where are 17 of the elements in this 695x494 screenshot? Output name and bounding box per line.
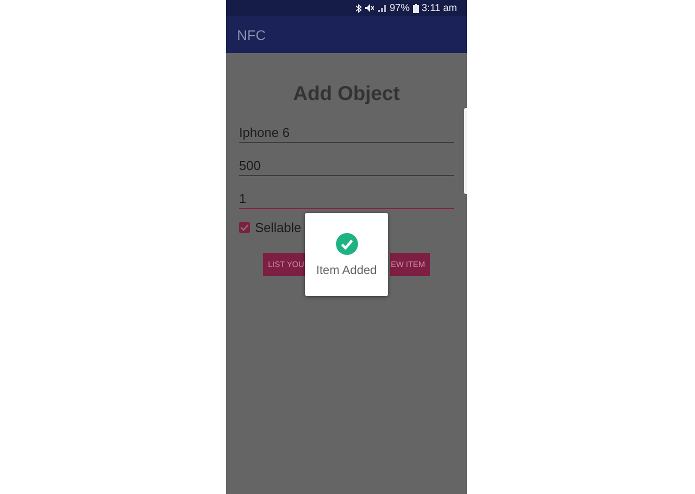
battery-icon	[412, 4, 419, 12]
checkbox-label: Sellable	[255, 220, 302, 235]
signal-icon	[376, 4, 387, 12]
action-button[interactable]: EW ITEM	[390, 253, 430, 276]
edge-panel-handle[interactable]	[464, 108, 467, 194]
toast-message: Item Added	[316, 262, 377, 276]
check-circle-icon	[336, 232, 358, 254]
text-field[interactable]: 1	[239, 189, 454, 209]
app-title: NFC	[237, 26, 266, 42]
action-button[interactable]: LIST YOU	[263, 253, 306, 276]
mute-icon	[364, 4, 374, 12]
text-field[interactable]: Iphone 6	[239, 123, 454, 143]
checkbox[interactable]	[239, 222, 250, 233]
clock: 3:11 am	[422, 2, 457, 14]
battery-percent: 97%	[390, 2, 410, 14]
bluetooth-icon	[356, 4, 362, 12]
text-field[interactable]: 500	[239, 156, 454, 176]
